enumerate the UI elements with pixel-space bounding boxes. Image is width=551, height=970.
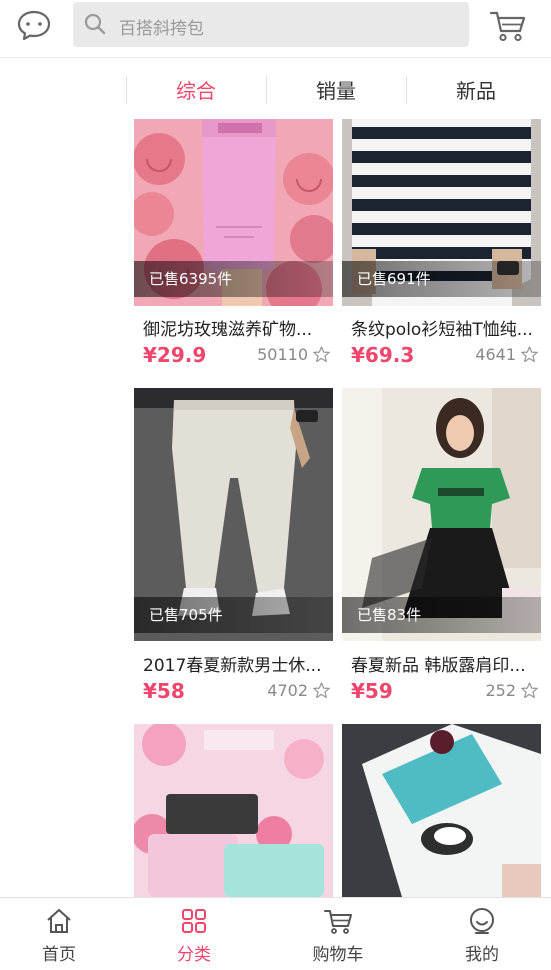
- filter-tabs: 综合 销量 新品: [126, 59, 551, 119]
- product-name[interactable]: 2017春夏新款男士休...: [143, 651, 333, 676]
- star-icon: [313, 346, 330, 363]
- bottom-nav: 首页 分类 购物车 我的: [0, 897, 551, 970]
- product-name[interactable]: 御泥坊玫瑰滋养矿物...: [143, 315, 333, 340]
- product-card[interactable]: [342, 724, 541, 897]
- favorite-count-value: 252: [485, 681, 516, 700]
- favorite-count[interactable]: 50110: [257, 345, 331, 364]
- nav-cart-label: 购物车: [312, 945, 364, 965]
- product-card[interactable]: [134, 724, 333, 897]
- product-price: ¥29.9: [143, 343, 207, 367]
- favorite-count[interactable]: 4641: [475, 345, 539, 364]
- favorite-count-value: 4702: [267, 681, 308, 700]
- product-price: ¥69.3: [351, 343, 415, 367]
- nav-profile-label: 我的: [465, 945, 499, 965]
- search-input[interactable]: 百搭斜挎包: [73, 2, 469, 47]
- favorite-count[interactable]: 252: [485, 681, 539, 700]
- cart-button[interactable]: [488, 6, 528, 46]
- nav-category-label: 分类: [177, 945, 211, 965]
- product-card[interactable]: 已售83件 春夏新品 韩版露肩印... ¥59 252: [342, 388, 541, 713]
- nav-home[interactable]: 首页: [9, 906, 109, 968]
- product-price: ¥58: [143, 679, 185, 703]
- product-card[interactable]: 已售691件 条纹polo衫短袖T恤纯... ¥69.3 4641: [342, 119, 541, 379]
- product-card[interactable]: 已售705件 2017春夏新款男士休... ¥58 4702: [134, 388, 333, 713]
- favorite-count[interactable]: 4702: [267, 681, 331, 700]
- top-header: 百搭斜挎包: [0, 0, 551, 58]
- nav-cart[interactable]: 购物车: [288, 906, 388, 968]
- product-image-facial-foam[interactable]: [342, 724, 541, 897]
- star-icon: [521, 346, 538, 363]
- product-price: ¥59: [351, 679, 393, 703]
- chat-button[interactable]: [14, 6, 54, 46]
- product-card[interactable]: 已售6395件 御泥坊玫瑰滋养矿物... ¥29.9 50110: [134, 119, 333, 379]
- sold-count-label: 已售83件: [342, 597, 541, 633]
- product-name[interactable]: 春夏新品 韩版露肩印...: [351, 651, 541, 676]
- tab-sales[interactable]: 销量: [266, 59, 406, 119]
- product-name[interactable]: 条纹polo衫短袖T恤纯...: [351, 315, 541, 340]
- tab-comprehensive[interactable]: 综合: [126, 59, 266, 119]
- category-icon: [182, 909, 206, 933]
- search-icon: [84, 13, 106, 35]
- star-icon: [313, 682, 330, 699]
- product-image-soap-set[interactable]: [134, 724, 333, 897]
- tab-new[interactable]: 新品: [406, 59, 546, 119]
- star-icon: [521, 682, 538, 699]
- favorite-count-value: 4641: [475, 345, 516, 364]
- search-placeholder: 百搭斜挎包: [119, 19, 204, 39]
- product-grid: 已售6395件 御泥坊玫瑰滋养矿物... ¥29.9 50110 已售691件 …: [0, 119, 551, 897]
- nav-home-label: 首页: [42, 945, 76, 965]
- sold-count-label: 已售691件: [342, 261, 541, 297]
- profile-icon: [470, 908, 494, 934]
- home-icon: [47, 909, 71, 933]
- sold-count-label: 已售705件: [134, 597, 333, 633]
- favorite-count-value: 50110: [257, 345, 308, 364]
- cart-icon: [489, 11, 526, 42]
- cart-icon: [324, 910, 352, 934]
- chat-bubble-icon: [17, 10, 51, 41]
- nav-category[interactable]: 分类: [144, 906, 244, 968]
- nav-profile[interactable]: 我的: [432, 906, 532, 968]
- sold-count-label: 已售6395件: [134, 261, 333, 297]
